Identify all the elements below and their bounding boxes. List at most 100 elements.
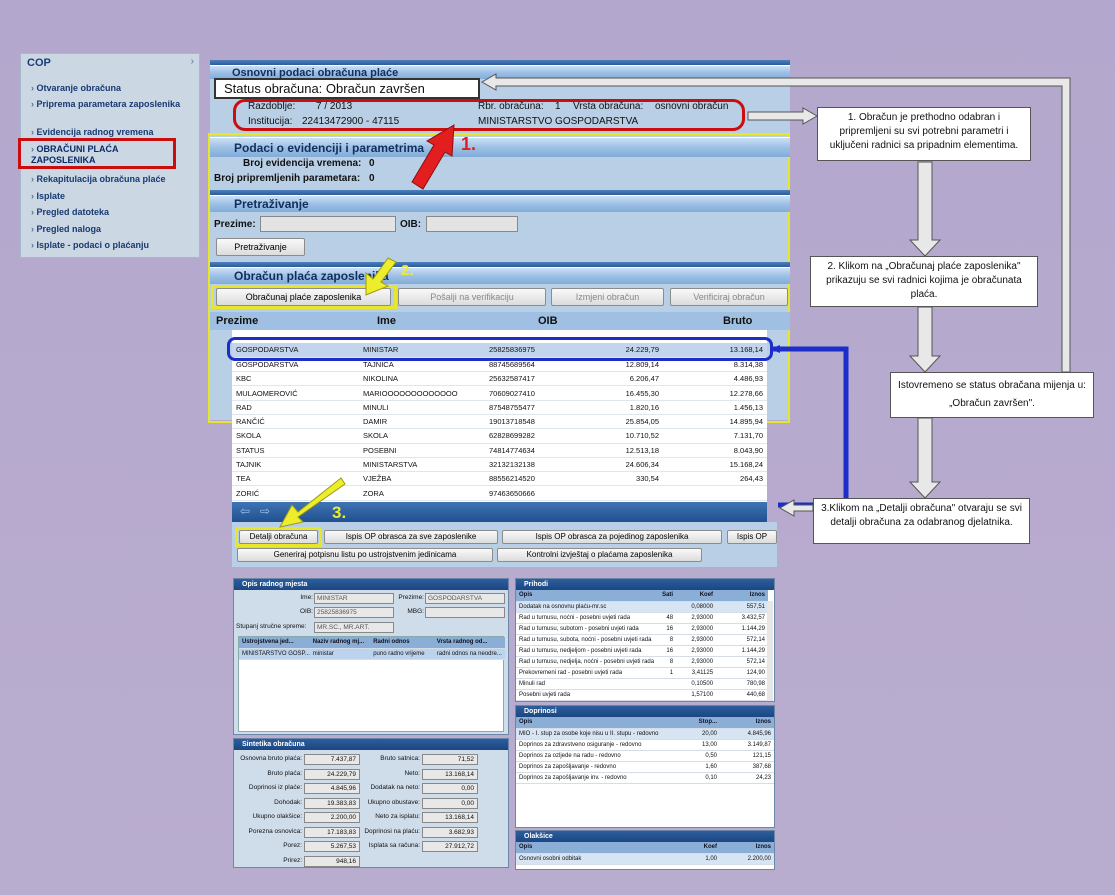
prihodi-cell: 2,93000 bbox=[676, 645, 717, 657]
gray-arrow-icon bbox=[908, 306, 942, 373]
sint-label: Doprinosi iz plaće: bbox=[248, 784, 302, 791]
sint-value: 0,00 bbox=[422, 797, 478, 809]
doprinosi-cell: 0,50 bbox=[676, 750, 720, 762]
table-row[interactable]: Rad u turnusu, nedjelja, noćni - posebni… bbox=[516, 656, 768, 668]
prihodi-cell: 1.144,29 bbox=[716, 623, 768, 635]
ime-field: MINISTAR bbox=[314, 593, 394, 604]
olaksice-col-iznos: Iznos bbox=[720, 842, 774, 854]
annotation-number-3: 3. bbox=[332, 503, 347, 522]
doprinosi-col-opis: Opis bbox=[516, 717, 676, 729]
table-row[interactable]: Rad u turnusu, subota, noćni - posebni u… bbox=[516, 634, 768, 646]
uj-col-3: Vrsta radnog od... bbox=[433, 637, 505, 649]
doprinosi-col-iznos: Iznos bbox=[720, 717, 774, 729]
table-row[interactable]: Doprinos za zdravstveno osiguranje - red… bbox=[516, 739, 774, 751]
prihodi-cell bbox=[654, 601, 677, 613]
table-row[interactable]: MIO - I. stup za osobe koje nisu u II. s… bbox=[516, 728, 774, 740]
uj-grid: Ustrojstvena jed... Naziv radnog mj... R… bbox=[238, 636, 505, 732]
prihodi-cell: 124,90 bbox=[716, 667, 768, 679]
table-row[interactable]: Rad u turnusu, noćni - posebni uvjeti ra… bbox=[516, 612, 768, 624]
sint-label: Ukupno olakšice: bbox=[252, 813, 303, 820]
red-arrow-icon bbox=[411, 124, 455, 190]
sint-label: Porez: bbox=[283, 842, 302, 849]
prihodi-cell: Dodatak na osnovnu plaću-mr.sc bbox=[516, 601, 655, 613]
prihodi-cell bbox=[654, 678, 677, 690]
table-row[interactable]: Osnovni osobni odbitak 1,00 2.200,00 bbox=[516, 853, 774, 865]
sint-label: Prirez: bbox=[283, 856, 302, 864]
opis-panel: Opis radnog mjesta Ime: MINISTAR Prezime… bbox=[233, 578, 509, 735]
table-row[interactable]: Doprinos za zapošljavanje inv. - redovno… bbox=[516, 772, 774, 784]
mbg-label: MBG: bbox=[407, 608, 424, 615]
doprinosi-cell: Doprinos za zapošljavanje - redovno bbox=[516, 761, 676, 773]
oib-field: 25825836975 bbox=[314, 607, 394, 618]
olaksice-title: Olakšice bbox=[516, 831, 774, 842]
prihodi-scrollbar[interactable] bbox=[767, 601, 773, 701]
prihodi-cell: 16 bbox=[654, 623, 677, 635]
olaksice-col-koef: Koef bbox=[676, 842, 720, 854]
prihodi-cell: 440,68 bbox=[716, 689, 768, 701]
table-row[interactable]: Dodatak na osnovnu plaću-mr.sc 0,08000 557… bbox=[516, 601, 768, 613]
sint-label: Doprinosi na plaću: bbox=[364, 827, 420, 835]
sint-label: Bruto satnica: bbox=[380, 755, 420, 762]
prihodi-title: Prihodi bbox=[516, 579, 774, 590]
table-row[interactable]: Posebni uvjeti rada 1,57100 440,68 bbox=[516, 689, 768, 701]
sint-value: 13.168,14 bbox=[422, 812, 478, 823]
sint-label: Isplata sa računa: bbox=[368, 842, 420, 849]
sint-value: 7.437,87 bbox=[304, 754, 360, 765]
doprinosi-cell: 3.149,87 bbox=[720, 739, 774, 751]
uj-col-1: Naziv radnog mj... bbox=[309, 637, 371, 649]
prihodi-cell: 1.144,29 bbox=[716, 645, 768, 657]
table-row[interactable]: Minuli rad 0,10500 780,98 bbox=[516, 678, 768, 690]
doprinosi-cell: Doprinos za zdravstveno osiguranje - red… bbox=[516, 739, 676, 751]
prihodi-cell: 572,14 bbox=[716, 656, 768, 668]
sint-value: 13.168,14 bbox=[422, 768, 478, 780]
sintetika-title: Sintetika obračuna bbox=[234, 739, 508, 750]
prihodi-cell: 572,14 bbox=[716, 634, 768, 646]
callout-3: Istovremeno se status obračana mijenja u… bbox=[890, 372, 1094, 418]
sint-label: Dohodak: bbox=[274, 798, 302, 806]
prihodi-cell: 557,51 bbox=[716, 601, 768, 613]
prihodi-cell: 0,08000 bbox=[676, 601, 717, 613]
prihodi-cell: 8 bbox=[654, 656, 677, 668]
table-row[interactable]: Doprinos za zapošljavanje - redovno 1,60 3… bbox=[516, 761, 774, 773]
prihodi-cell: 8 bbox=[654, 634, 677, 646]
prihodi-cell: 780,98 bbox=[716, 678, 768, 690]
prihodi-cell: 2,93000 bbox=[676, 612, 717, 624]
blue-arrow-icon bbox=[770, 345, 780, 353]
doprinosi-cell: Doprinos za ozljede na radu - redovno bbox=[516, 750, 676, 762]
prezime-field: GOSPODARSTVA bbox=[425, 593, 505, 604]
prihodi-cell: Rad u turnusu, nedjelja, noćni - posebni… bbox=[516, 656, 655, 668]
prihodi-cell: Rad u turnusu, subota, noćni - posebni u… bbox=[516, 634, 655, 646]
table-row[interactable]: Rad u turnusu, subotom - posebni uvjeti … bbox=[516, 623, 768, 635]
prihodi-cell: 1 bbox=[654, 667, 677, 679]
prihodi-cell: 2,93000 bbox=[676, 634, 717, 646]
uj-cell: radni odnos na neodre... bbox=[433, 648, 505, 660]
table-row[interactable]: Rad u turnusu, nedjeljom - posebni uvjet… bbox=[516, 645, 768, 657]
doprinosi-cell: 1,60 bbox=[676, 761, 720, 773]
annotation-number-1: 1. bbox=[461, 134, 477, 154]
doprinosi-cell: 121,15 bbox=[720, 750, 774, 762]
olaksice-panel: Olakšice Opis Koef Iznos Osnovni osobni … bbox=[515, 830, 775, 870]
gray-arrow-icon bbox=[908, 161, 942, 257]
table-row[interactable]: Doprinos za ozljede na radu - redovno 0,5… bbox=[516, 750, 774, 762]
prihodi-cell: 48 bbox=[654, 612, 677, 624]
mbg-field bbox=[425, 607, 505, 618]
doprinosi-cell: 20,00 bbox=[676, 728, 720, 740]
prihodi-cell: Rad u turnusu, nedjeljom - posebni uvjet… bbox=[516, 645, 655, 657]
table-row[interactable]: Prekovremeni rad - posebni uvjeti rada 1 3… bbox=[516, 667, 768, 679]
sint-value: 4.845,96 bbox=[304, 783, 360, 794]
sintetika-panel: Sintetika obračuna Osnovna bruto plaća: 7… bbox=[233, 738, 509, 868]
table-row[interactable]: MINISTARSTVO GOSP... ministar puno radno… bbox=[239, 648, 505, 660]
olaksice-col-opis: Opis bbox=[516, 842, 676, 854]
prihodi-cell: Rad u turnusu, noćni - posebni uvjeti ra… bbox=[516, 612, 655, 624]
doprinosi-cell: 387,68 bbox=[720, 761, 774, 773]
doprinosi-cell: Doprinos za zapošljavanje inv. - redovno bbox=[516, 772, 676, 784]
prihodi-panel: Prihodi Opis Sati Koef Iznos Dodatak na … bbox=[515, 578, 775, 702]
uj-cell: MINISTARSTVO GOSP... bbox=[239, 648, 310, 660]
sint-label: Ukupno obustave: bbox=[367, 798, 420, 806]
prihodi-cell: 1,57100 bbox=[676, 689, 717, 701]
prihodi-cell: 0,10500 bbox=[676, 678, 717, 690]
sint-value: 0,00 bbox=[422, 783, 478, 794]
sint-label: Porezna osnovica: bbox=[248, 827, 302, 835]
gray-arrow-icon bbox=[908, 417, 942, 499]
doprinosi-cell: MIO - I. stup za osobe koje nisu u II. s… bbox=[516, 728, 676, 740]
